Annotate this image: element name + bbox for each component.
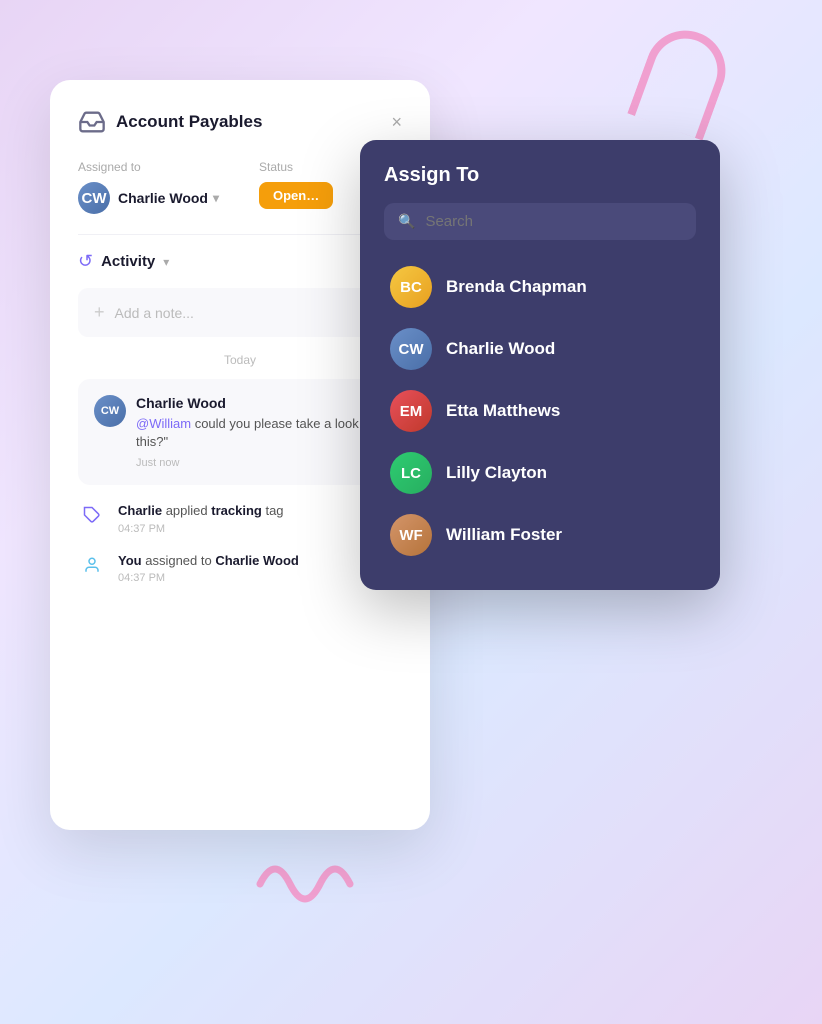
status-label: Status [259, 160, 333, 174]
activity-highlight-2: Charlie Wood [215, 553, 299, 568]
mention-tag: @William [136, 416, 191, 431]
activity-user-2: You [118, 553, 142, 568]
search-box[interactable]: 🔍 [384, 203, 696, 240]
activity-item-2-time: 04:37 PM [118, 572, 299, 584]
activity-highlight-1: tracking [211, 503, 262, 518]
search-input[interactable] [425, 213, 682, 230]
etta-avatar: EM [390, 390, 432, 432]
activity-item-1: Charlie applied tracking tag 04:37 PM [78, 501, 402, 535]
william-avatar: WF [390, 514, 432, 556]
lilly-avatar: LC [390, 452, 432, 494]
activity-item-1-time: 04:37 PM [118, 523, 284, 535]
assigned-to-block: Assigned to CW Charlie Wood ▾ [78, 160, 219, 214]
card-header: Account Payables × [78, 108, 402, 136]
close-button[interactable]: × [391, 112, 402, 133]
tag-icon [78, 501, 106, 529]
activity-item-2-text: You assigned to Charlie Wood [118, 551, 299, 571]
activity-item-2-content: You assigned to Charlie Wood 04:37 PM [118, 551, 299, 585]
person-item-brenda[interactable]: BC Brenda Chapman [384, 256, 696, 318]
status-block: Status Open… [259, 160, 333, 214]
add-note-placeholder: Add a note... [115, 305, 194, 321]
comment-content: Charlie Wood @William could you please t… [136, 395, 386, 469]
person-icon [78, 551, 106, 579]
person-item-william[interactable]: WF William Foster [384, 504, 696, 566]
activity-title: Activity [101, 253, 155, 270]
search-icon: 🔍 [398, 213, 415, 230]
charlie-avatar: CW [78, 182, 110, 214]
add-note-field[interactable]: + Add a note... [78, 288, 402, 337]
comment-text: @William could you please take a look at… [136, 415, 386, 451]
comment-card: CW Charlie Wood @William could you pleas… [78, 379, 402, 485]
activity-item-1-text: Charlie applied tracking tag [118, 501, 284, 521]
decorative-squiggle [250, 844, 370, 924]
assigned-user[interactable]: CW Charlie Wood ▾ [78, 182, 219, 214]
comment-author-avatar: CW [94, 395, 126, 427]
divider-1 [78, 234, 402, 235]
activity-item-2: You assigned to Charlie Wood 04:37 PM [78, 551, 402, 585]
lilly-name: Lilly Clayton [446, 463, 547, 483]
assigned-section: Assigned to CW Charlie Wood ▾ Status Ope… [78, 160, 402, 214]
charlie2-avatar: CW [390, 328, 432, 370]
william-name: William Foster [446, 525, 562, 545]
person-item-lilly[interactable]: LC Lilly Clayton [384, 442, 696, 504]
today-label: Today [78, 353, 402, 367]
card-title: Account Payables [116, 112, 262, 132]
assign-dropdown-title: Assign To [384, 164, 696, 187]
chevron-down-icon: ▾ [213, 191, 219, 205]
assign-dropdown: Assign To 🔍 BC Brenda Chapman CW Charlie… [360, 140, 720, 590]
person-item-etta[interactable]: EM Etta Matthews [384, 380, 696, 442]
activity-icon: ↺ [78, 251, 93, 272]
activity-user-1: Charlie [118, 503, 162, 518]
activity-chevron-icon: ▾ [163, 255, 169, 269]
comment-time: Just now [136, 457, 386, 469]
comment-author: Charlie Wood [136, 395, 386, 411]
plus-icon: + [94, 302, 105, 323]
card-title-row: Account Payables [78, 108, 262, 136]
activity-header: ↺ Activity ▾ [78, 251, 402, 272]
assigned-user-name[interactable]: Charlie Wood ▾ [118, 190, 219, 206]
inbox-icon [78, 108, 106, 136]
charlie-name: Charlie Wood [446, 339, 555, 359]
assigned-label: Assigned to [78, 160, 219, 174]
brenda-avatar: BC [390, 266, 432, 308]
activity-item-1-content: Charlie applied tracking tag 04:37 PM [118, 501, 284, 535]
etta-name: Etta Matthews [446, 401, 560, 421]
status-badge[interactable]: Open… [259, 182, 333, 209]
person-item-charlie[interactable]: CW Charlie Wood [384, 318, 696, 380]
decorative-hook [627, 19, 736, 140]
brenda-name: Brenda Chapman [446, 277, 587, 297]
